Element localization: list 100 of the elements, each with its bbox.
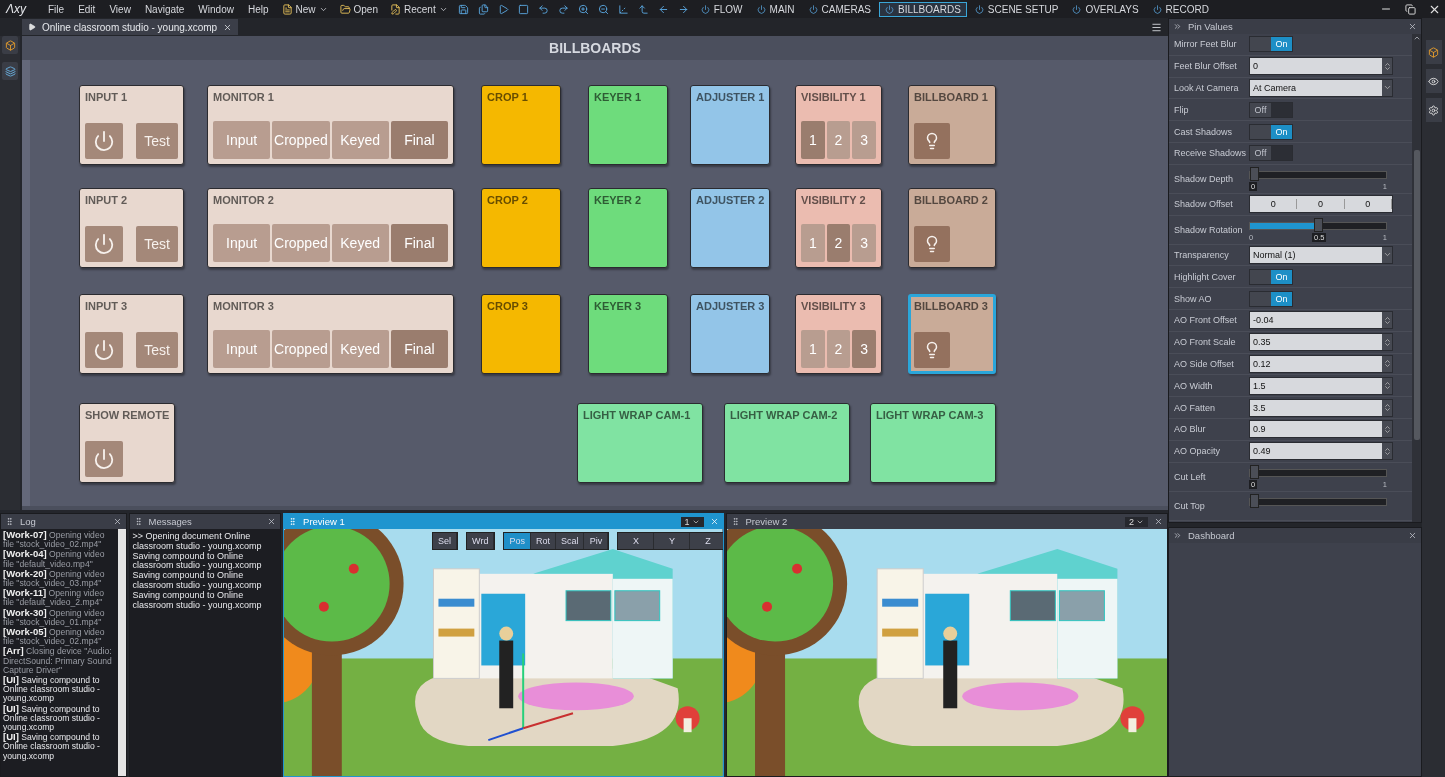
view-mode-button[interactable]: Cropped: [272, 330, 330, 368]
slider-thumb[interactable]: [1250, 465, 1259, 480]
board-tab[interactable]: MAIN: [750, 1, 801, 17]
view-mode-button[interactable]: Final: [390, 224, 448, 262]
view-mode-button[interactable]: Keyed: [331, 224, 389, 262]
scrollbar[interactable]: [1412, 34, 1421, 522]
control-tile[interactable]: KEYER 2: [588, 188, 668, 268]
close-icon[interactable]: [1154, 517, 1163, 526]
view-mode-button[interactable]: Input: [213, 121, 271, 159]
control-tile[interactable]: VISIBILITY 1 1 2 3: [795, 85, 882, 165]
control-tile[interactable]: LIGHT WRAP CAM-3: [870, 403, 996, 483]
menu-item[interactable]: View: [103, 3, 137, 15]
vector-field[interactable]: 0 0 0: [1249, 195, 1393, 214]
view-mode-button[interactable]: Final: [390, 330, 448, 368]
control-tile[interactable]: INPUT 1 Test: [79, 85, 184, 165]
box-icon[interactable]: [1425, 40, 1442, 64]
scrollbar[interactable]: [117, 529, 126, 776]
view-mode-button[interactable]: Cropped: [272, 121, 330, 159]
channel-select[interactable]: 2: [1125, 516, 1148, 527]
menu-icon[interactable]: [1151, 21, 1162, 33]
gizmo-mode-button[interactable]: X: [618, 533, 655, 549]
power-button[interactable]: [85, 332, 123, 368]
layer-number-button[interactable]: 2: [826, 121, 851, 159]
layer-number-button[interactable]: 2: [826, 330, 851, 368]
control-tile[interactable]: INPUT 3 Test: [79, 294, 184, 374]
on-off-toggle[interactable]: Off: [1249, 101, 1293, 118]
layer-number-button[interactable]: 3: [852, 224, 876, 262]
view-mode-button[interactable]: Keyed: [331, 330, 389, 368]
settings-icon[interactable]: [1425, 98, 1442, 122]
layer-number-button[interactable]: 1: [801, 330, 825, 368]
close-icon[interactable]: [709, 517, 719, 526]
number-field[interactable]: 0.49: [1249, 442, 1393, 461]
gizmo-mode-button[interactable]: Sel: [433, 533, 458, 549]
control-tile[interactable]: MONITOR 3 Input Cropped Keyed Final: [207, 294, 454, 374]
slider-thumb[interactable]: [1250, 167, 1259, 182]
board-tab[interactable]: CAMERAS: [802, 1, 877, 17]
power-button[interactable]: [85, 226, 123, 262]
gizmo-mode-button[interactable]: Scal: [555, 533, 585, 549]
layer-number-button[interactable]: 3: [852, 121, 876, 159]
control-tile[interactable]: MONITOR 2 Input Cropped Keyed Final: [207, 188, 454, 268]
control-tile[interactable]: VISIBILITY 2 1 2 3: [795, 188, 882, 268]
number-field[interactable]: 0.12: [1249, 354, 1393, 373]
control-tile[interactable]: CROP 3: [481, 294, 561, 374]
light-button[interactable]: [914, 332, 950, 368]
on-off-toggle[interactable]: On: [1249, 290, 1293, 307]
control-tile[interactable]: VISIBILITY 3 1 2 3: [795, 294, 882, 374]
test-button[interactable]: Test: [136, 226, 178, 262]
power-button[interactable]: [85, 123, 123, 159]
close-icon[interactable]: [1408, 22, 1417, 31]
control-tile[interactable]: KEYER 3: [588, 294, 668, 374]
menu-item[interactable]: Window: [192, 3, 240, 15]
control-tile[interactable]: BILLBOARD 1: [908, 85, 996, 165]
on-off-toggle[interactable]: On: [1249, 268, 1293, 285]
close-icon[interactable]: [112, 517, 122, 526]
on-off-toggle[interactable]: Off: [1249, 145, 1293, 162]
on-off-toggle[interactable]: On: [1249, 123, 1293, 140]
control-tile[interactable]: KEYER 1: [588, 85, 668, 165]
gizmo-mode-button[interactable]: Wrd: [467, 533, 495, 549]
gizmo-mode-button[interactable]: Z: [690, 533, 723, 549]
number-field[interactable]: -0.04: [1249, 311, 1393, 330]
slider-thumb[interactable]: [1313, 218, 1323, 233]
control-tile[interactable]: ADJUSTER 3: [690, 294, 770, 374]
close-icon[interactable]: [1408, 531, 1417, 540]
board-tab[interactable]: BILLBOARDS: [879, 1, 967, 17]
view-mode-button[interactable]: Input: [213, 224, 271, 262]
dropdown-field[interactable]: Normal (1): [1249, 245, 1393, 264]
layer-number-button[interactable]: 2: [826, 224, 851, 262]
number-field[interactable]: 0.9: [1249, 420, 1393, 439]
on-off-toggle[interactable]: On: [1249, 36, 1293, 53]
dropdown-field[interactable]: At Camera: [1249, 79, 1393, 97]
gizmo-mode-button[interactable]: Rot: [530, 533, 556, 549]
test-button[interactable]: Test: [136, 123, 178, 159]
light-button[interactable]: [914, 226, 950, 262]
close-icon[interactable]: [267, 517, 277, 526]
gizmo-mode-button[interactable]: Pos: [504, 533, 531, 549]
number-field[interactable]: 0: [1249, 57, 1393, 76]
control-tile[interactable]: BILLBOARD 2: [908, 188, 996, 268]
view-mode-button[interactable]: Keyed: [331, 121, 389, 159]
layer-number-button[interactable]: 3: [852, 330, 876, 368]
gizmo-mode-button[interactable]: Y: [654, 533, 691, 549]
control-tile[interactable]: CROP 1: [481, 85, 561, 165]
number-field[interactable]: 1.5: [1249, 376, 1393, 395]
power-button[interactable]: [85, 441, 123, 477]
control-tile[interactable]: ADJUSTER 1: [690, 85, 770, 165]
control-tile[interactable]: SHOW REMOTE: [79, 403, 175, 483]
view-mode-button[interactable]: Cropped: [272, 224, 330, 262]
box-icon[interactable]: [2, 36, 18, 54]
board-tab[interactable]: SCENE SETUP: [968, 1, 1065, 17]
control-tile[interactable]: LIGHT WRAP CAM-2: [724, 403, 850, 483]
number-field[interactable]: 3.5: [1249, 398, 1393, 417]
control-tile[interactable]: LIGHT WRAP CAM-1: [577, 403, 703, 483]
document-tab[interactable]: Online classroom studio - young.xcomp: [22, 19, 239, 35]
control-tile[interactable]: MONITOR 1 Input Cropped Keyed Final: [207, 85, 454, 165]
board-tab[interactable]: RECORD: [1146, 1, 1215, 17]
test-button[interactable]: Test: [136, 332, 178, 368]
menu-item[interactable]: Edit: [72, 3, 102, 15]
recent-button[interactable]: Recent: [385, 1, 453, 17]
view-mode-button[interactable]: Final: [390, 121, 448, 159]
layers-icon[interactable]: [2, 62, 18, 80]
layer-number-button[interactable]: 1: [801, 121, 825, 159]
